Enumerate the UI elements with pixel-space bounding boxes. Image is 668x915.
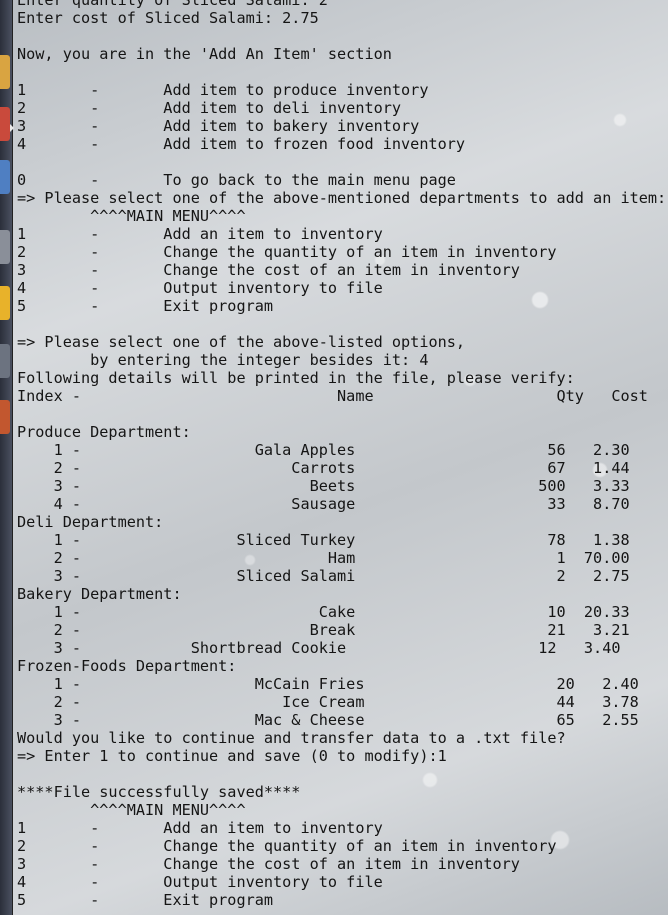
terminal-line: 3 - Change the cost of an item in invent…	[17, 261, 520, 279]
terminal-line: 1 - Add an item to inventory	[17, 819, 383, 837]
terminal-line: 3 - Beets 500 3.33	[17, 477, 630, 495]
terminal-line: 5 - Exit program	[17, 297, 274, 315]
terminal-line: 5 - Exit program	[17, 891, 274, 909]
terminal-line: => Enter 1 to continue and save (0 to mo…	[17, 747, 447, 765]
terminal-line: 2 - Change the quantity of an item in in…	[17, 837, 557, 855]
terminal-line: Frozen-Foods Department:	[17, 657, 237, 675]
terminal-line: Index - Name Qty Cost	[17, 387, 648, 405]
app-icon-2[interactable]	[0, 107, 10, 141]
terminal-line: Produce Department:	[17, 423, 191, 441]
terminal-line: 2 - Ice Cream 44 3.78	[17, 693, 639, 711]
terminal-line: 4 - Add item to frozen food inventory	[17, 135, 466, 153]
app-icon-6[interactable]	[0, 344, 10, 378]
app-icon-3[interactable]	[0, 160, 10, 194]
terminal-line: 4 - Sausage 33 8.70	[17, 495, 630, 513]
terminal-line: Deli Department:	[17, 513, 164, 531]
terminal-line: Now, you are in the 'Add An Item' sectio…	[17, 45, 392, 63]
terminal-line: 1 - Sliced Turkey 78 1.38	[17, 531, 630, 549]
terminal-line: 1 - Cake 10 20.33	[17, 603, 630, 621]
terminal-line: 1 - Add an item to inventory	[17, 225, 383, 243]
terminal-line: 3 - Change the cost of an item in invent…	[17, 855, 520, 873]
terminal-line: 3 - Sliced Salami 2 2.75	[17, 567, 630, 585]
terminal-line: 2 - Ham 1 70.00	[17, 549, 630, 567]
terminal-line: 1 - Add item to produce inventory	[17, 81, 429, 99]
terminal-line: Following details will be printed in the…	[17, 369, 575, 387]
terminal-output[interactable]: Enter quantity of Sliced Salami: 2 Enter …	[17, 0, 668, 909]
terminal-line: 4 - Output inventory to file	[17, 279, 383, 297]
terminal-line: 1 - Gala Apples 56 2.30	[17, 441, 630, 459]
terminal-line: ****File successfully saved****	[17, 783, 301, 801]
terminal-line: => Please select one of the above-listed…	[17, 333, 466, 351]
terminal-line: 0 - To go back to the main menu page	[17, 171, 456, 189]
terminal-line: 3 - Shortbread Cookie 12 3.40	[17, 639, 621, 657]
app-icon-5[interactable]	[0, 286, 10, 320]
terminal-line: Would you like to continue and transfer …	[17, 729, 566, 747]
terminal-line: 3 - Add item to bakery inventory	[17, 117, 420, 135]
active-app-indicator-icon	[10, 124, 14, 132]
terminal-line: Enter cost of Sliced Salami: 2.75	[17, 9, 319, 27]
terminal-line: 2 - Change the quantity of an item in in…	[17, 243, 557, 261]
terminal-line: Bakery Department:	[17, 585, 182, 603]
terminal-line: ^^^^MAIN MENU^^^^	[17, 207, 246, 225]
terminal-line: by entering the integer besides it: 4	[17, 351, 429, 369]
app-icon-7[interactable]	[0, 400, 10, 434]
terminal-line: 1 - McCain Fries 20 2.40	[17, 675, 639, 693]
terminal-line: 2 - Add item to deli inventory	[17, 99, 402, 117]
terminal-line: 4 - Output inventory to file	[17, 873, 383, 891]
terminal-line: => Please select one of the above-mentio…	[17, 189, 668, 207]
terminal-line: ^^^^MAIN MENU^^^^	[17, 801, 246, 819]
app-icon-1[interactable]	[0, 55, 10, 89]
launcher-dock	[0, 0, 14, 915]
terminal-line: 2 - Carrots 67 1.44	[17, 459, 630, 477]
terminal-line: Enter quantity of Sliced Salami: 2	[17, 0, 328, 9]
terminal-line: 2 - Break 21 3.21	[17, 621, 630, 639]
terminal-line: 3 - Mac & Cheese 65 2.55	[17, 711, 639, 729]
app-icon-4[interactable]	[0, 230, 10, 264]
